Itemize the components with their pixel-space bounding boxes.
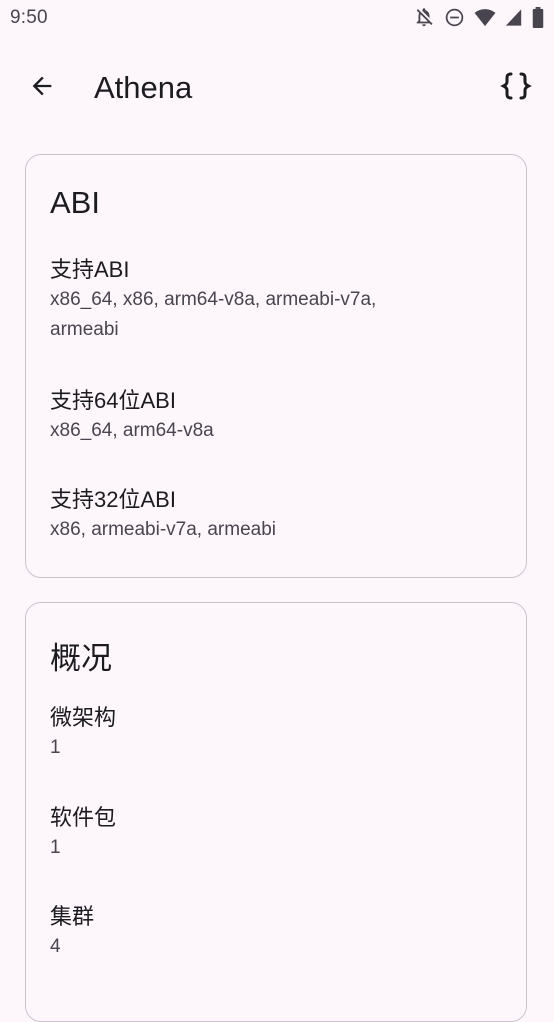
item-label: 支持64位ABI — [50, 388, 176, 413]
notifications-off-icon — [413, 6, 435, 28]
item-label: 集群 — [50, 904, 95, 929]
list-item: 支持32位ABI x86, armeabi-v7a, armeabi — [50, 485, 490, 545]
list-item: 集群 4 — [50, 902, 490, 962]
item-label: 微架构 — [50, 705, 117, 730]
back-button[interactable] — [18, 64, 66, 112]
item-value: 4 — [50, 936, 61, 957]
do-not-disturb-icon — [444, 7, 465, 28]
item-value: x86_64, arm64-v8a — [50, 420, 214, 441]
item-label: 支持32位ABI — [50, 487, 176, 512]
status-icons — [413, 6, 544, 28]
item-value-continued: armeabi — [50, 319, 119, 340]
abi-card-title: ABI — [50, 185, 100, 220]
item-value: 1 — [50, 837, 61, 858]
item-label: 支持ABI — [50, 257, 130, 282]
item-value: x86_64, x86, arm64-v8a, armeabi-v7a, — [50, 289, 377, 310]
overview-card: 概况 微架构 1 软件包 1 集群 4 — [25, 602, 527, 1022]
list-item: 微架构 1 — [50, 703, 490, 763]
item-value: 1 — [50, 737, 61, 758]
list-item: 软件包 1 — [50, 803, 490, 863]
list-item: 支持64位ABI x86_64, arm64-v8a — [50, 386, 490, 446]
page-title: Athena — [94, 70, 193, 105]
arrow-back-icon — [28, 72, 56, 105]
top-app-bar: Athena — [0, 50, 554, 126]
battery-icon — [532, 6, 544, 28]
item-label: 软件包 — [50, 805, 117, 830]
overview-card-title: 概况 — [50, 641, 112, 676]
cellular-icon — [505, 8, 523, 27]
abi-card: ABI 支持ABI x86_64, x86, arm64-v8a, armeab… — [25, 154, 527, 578]
item-value: x86, armeabi-v7a, armeabi — [50, 519, 276, 540]
list-item: 支持ABI x86_64, x86, arm64-v8a, armeabi-v7… — [50, 255, 490, 345]
wifi-icon — [474, 7, 496, 27]
status-time: 9:50 — [10, 7, 48, 28]
code-braces-icon — [500, 71, 532, 106]
json-view-button[interactable] — [492, 64, 540, 112]
status-bar: 9:50 — [0, 0, 554, 38]
